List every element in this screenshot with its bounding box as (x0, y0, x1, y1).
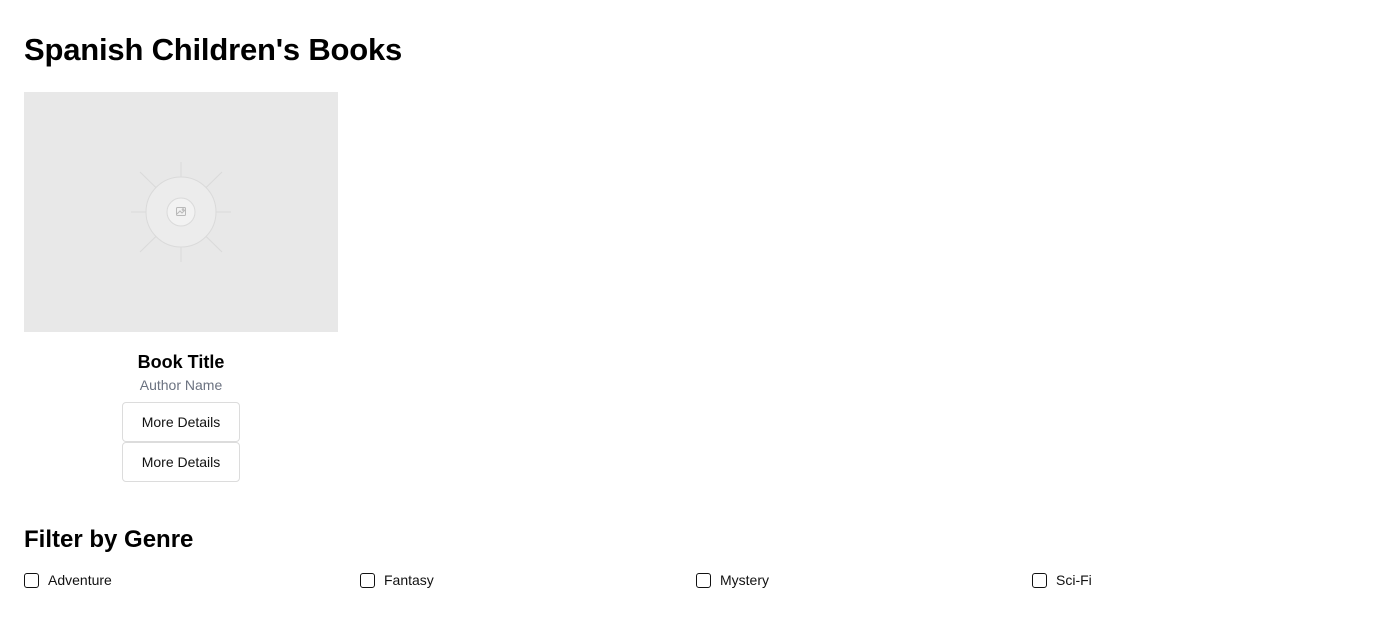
page-title: Spanish Children's Books (24, 32, 403, 67)
book-title: Book Title (137, 352, 225, 372)
filter-heading: Filter by Genre (24, 526, 194, 553)
genre-filter-list: Adventure Fantasy Mystery Sci-Fi (24, 570, 1368, 590)
book-actions: More Details More Details (24, 402, 338, 482)
genre-option-sci-fi[interactable]: Sci-Fi (1032, 570, 1092, 590)
genre-option-mystery[interactable]: Mystery (696, 570, 769, 590)
genre-label: Adventure (48, 572, 112, 588)
more-details-button[interactable]: More Details (122, 402, 240, 442)
sci-fi-checkbox[interactable] (1032, 572, 1047, 588)
genre-label: Mystery (720, 572, 769, 588)
genre-option-adventure[interactable]: Adventure (24, 570, 112, 590)
book-author: Author Name (139, 377, 223, 393)
genre-option-fantasy[interactable]: Fantasy (360, 570, 434, 590)
adventure-checkbox[interactable] (24, 572, 39, 588)
book-cover-image (24, 92, 338, 332)
book-card: Book Title Author Name More Details More… (24, 92, 338, 482)
page: Spanish Children's Books Book Title Auth… (0, 0, 1376, 620)
mystery-checkbox[interactable] (696, 572, 711, 588)
genre-label: Sci-Fi (1056, 572, 1092, 588)
image-placeholder-icon (131, 162, 231, 262)
fantasy-checkbox[interactable] (360, 572, 375, 588)
genre-label: Fantasy (384, 572, 434, 588)
more-details-button-secondary[interactable]: More Details (122, 442, 240, 482)
